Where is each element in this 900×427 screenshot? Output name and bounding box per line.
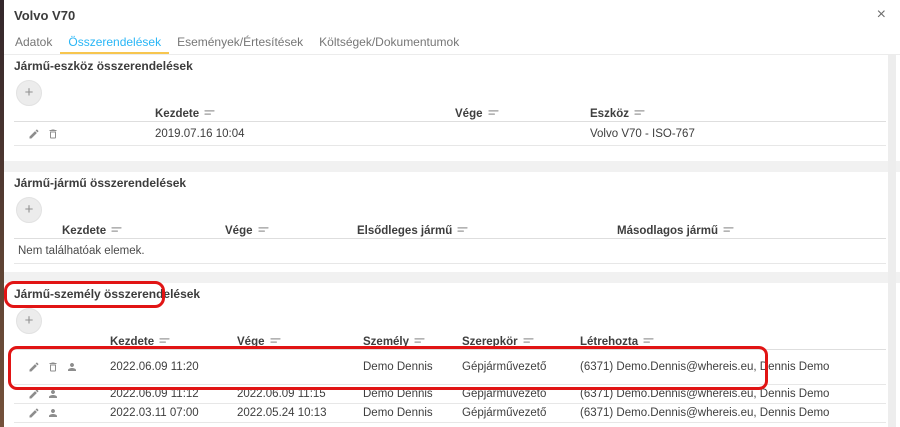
column-header-label: Másodlagos jármű — [617, 225, 718, 237]
row-actions — [14, 361, 110, 374]
column-header-label: Létrehozta — [580, 336, 638, 348]
sort-icon[interactable] — [483, 108, 499, 120]
table-header-row: Kezdete Vége Elsődleges jármű Másodlagos já… — [14, 223, 886, 239]
table-cell: (6371) Demo.Dennis@whereis.eu, Dennis De… — [580, 388, 886, 400]
row-actions — [14, 388, 110, 401]
table-cell: Gépjárművezető — [462, 407, 580, 419]
dialog-content: Jármű-eszköz összerendelések + Kezdete Vége… — [4, 54, 900, 427]
column-header: Létrehozta — [580, 336, 886, 348]
sort-icon[interactable] — [718, 225, 734, 237]
tab-3[interactable]: Események/Értesítések — [169, 30, 311, 54]
delete-icon[interactable] — [46, 361, 59, 374]
sort-icon[interactable] — [409, 336, 425, 348]
row-actions — [14, 127, 155, 140]
assignment-table: Kezdete Vége Eszköz 2019.07.16 10:04 Volvo V… — [4, 106, 900, 146]
empty-state-text: Nem találhatóak elemek. — [14, 239, 886, 264]
row-actions — [14, 407, 110, 420]
edit-icon[interactable] — [27, 388, 40, 401]
add-icon[interactable]: + — [16, 80, 42, 106]
table-cell: Gépjárművezető — [462, 361, 580, 373]
table-cell: 2022.05.24 10:13 — [237, 407, 363, 419]
person-icon[interactable] — [46, 388, 59, 401]
section-2: Jármű-jármű összerendelések + Kezdete Vége E… — [4, 172, 900, 272]
section-3: Jármű-személy összerendelések + Kezdete Vég… — [4, 283, 900, 427]
add-icon[interactable]: + — [16, 308, 42, 334]
section-title: Jármű-eszköz összerendelések — [4, 55, 900, 74]
table-cell: 2022.03.11 07:00 — [110, 407, 237, 419]
table-cell: Demo Dennis — [363, 388, 462, 400]
column-header: Kezdete — [62, 225, 225, 237]
person-icon[interactable] — [46, 407, 59, 420]
table-cell: Demo Dennis — [363, 361, 462, 373]
edit-icon[interactable] — [27, 361, 40, 374]
column-header: Vége — [455, 108, 590, 120]
table-cell: (6371) Demo.Dennis@whereis.eu, Dennis De… — [580, 407, 886, 419]
column-header-label: Kezdete — [155, 108, 199, 120]
table-cell: Volvo V70 - ISO-767 — [590, 128, 886, 140]
section-title: Jármű-jármű összerendelések — [4, 172, 900, 191]
column-header: Másodlagos jármű — [617, 225, 886, 237]
column-header-label: Elsődleges jármű — [357, 225, 452, 237]
sort-icon[interactable] — [199, 108, 215, 120]
person-icon[interactable] — [65, 361, 78, 374]
sort-icon[interactable] — [265, 336, 281, 348]
table-cell: 2022.06.09 11:20 — [110, 361, 237, 373]
column-header-label: Kezdete — [62, 225, 106, 237]
column-header: Kezdete — [155, 108, 455, 120]
sections-container: Jármű-eszköz összerendelések + Kezdete Vége… — [4, 55, 900, 427]
sort-icon[interactable] — [154, 336, 170, 348]
section-title: Jármű-személy összerendelések — [4, 283, 900, 302]
column-header-label: Szerepkör — [462, 336, 518, 348]
column-header-label: Személy — [363, 336, 409, 348]
column-header-label: Vége — [455, 108, 483, 120]
column-header: Vége — [237, 336, 363, 348]
table-header-row: Kezdete Vége Személy Szerepkör Létrehozta — [14, 334, 886, 350]
section-1: Jármű-eszköz összerendelések + Kezdete Vége… — [4, 55, 900, 161]
column-header-label: Vége — [225, 225, 253, 237]
sort-icon[interactable] — [253, 225, 269, 237]
sort-icon[interactable] — [638, 336, 654, 348]
column-header-label: Eszköz — [590, 108, 629, 120]
table-header-row: Kezdete Vége Eszköz — [14, 106, 886, 122]
column-header-label: Kezdete — [110, 336, 154, 348]
sort-icon[interactable] — [106, 225, 122, 237]
tab-4[interactable]: Költségek/Dokumentumok — [311, 30, 467, 54]
add-icon[interactable]: + — [16, 197, 42, 223]
column-header: Elsődleges jármű — [357, 225, 617, 237]
column-header: Személy — [363, 336, 462, 348]
dialog-header: Volvo V70 × — [4, 0, 900, 30]
table-cell: Gépjárművezető — [462, 388, 580, 400]
tab-bar: AdatokÖsszerendelésekEsemények/Értesítés… — [4, 30, 900, 54]
table-cell: Demo Dennis — [363, 407, 462, 419]
table-row[interactable] — [14, 423, 886, 427]
assignment-table: Kezdete Vége Elsődleges jármű Másodlagos já… — [4, 223, 900, 264]
column-header-label: Vége — [237, 336, 265, 348]
column-header: Eszköz — [590, 108, 886, 120]
table-cell: 2019.07.16 10:04 — [155, 128, 455, 140]
edit-icon[interactable] — [27, 407, 40, 420]
close-icon[interactable]: × — [875, 7, 888, 23]
delete-icon[interactable] — [46, 127, 59, 140]
table-cell: 2022.06.09 11:15 — [237, 388, 363, 400]
table-row[interactable]: 2022.06.09 11:122022.06.09 11:15Demo Den… — [14, 385, 886, 404]
column-header: Vége — [225, 225, 357, 237]
table-row[interactable]: 2022.06.09 11:20 Demo DennisGépjárművezet… — [14, 350, 886, 385]
tab-1[interactable]: Adatok — [7, 30, 60, 54]
sort-icon[interactable] — [518, 336, 534, 348]
table-cell: (6371) Demo.Dennis@whereis.eu, Dennis De… — [580, 361, 886, 373]
table-cell: 2022.06.09 11:12 — [110, 388, 237, 400]
column-header: Kezdete — [110, 336, 237, 348]
assignment-table: Kezdete Vége Személy Szerepkör Létrehozta 202… — [4, 334, 900, 427]
table-row[interactable]: 2019.07.16 10:04 Volvo V70 - ISO-767 — [14, 122, 886, 146]
sort-icon[interactable] — [629, 108, 645, 120]
sort-icon[interactable] — [452, 225, 468, 237]
table-row[interactable]: 2022.03.11 07:002022.05.24 10:13Demo Den… — [14, 404, 886, 423]
edit-icon[interactable] — [27, 127, 40, 140]
tab-2[interactable]: Összerendelések — [60, 30, 169, 54]
dialog-title: Volvo V70 — [14, 8, 75, 23]
vehicle-dialog: Volvo V70 × AdatokÖsszerendelésekEsemény… — [4, 0, 900, 427]
vertical-scrollbar[interactable] — [888, 55, 896, 427]
column-header: Szerepkör — [462, 336, 580, 348]
